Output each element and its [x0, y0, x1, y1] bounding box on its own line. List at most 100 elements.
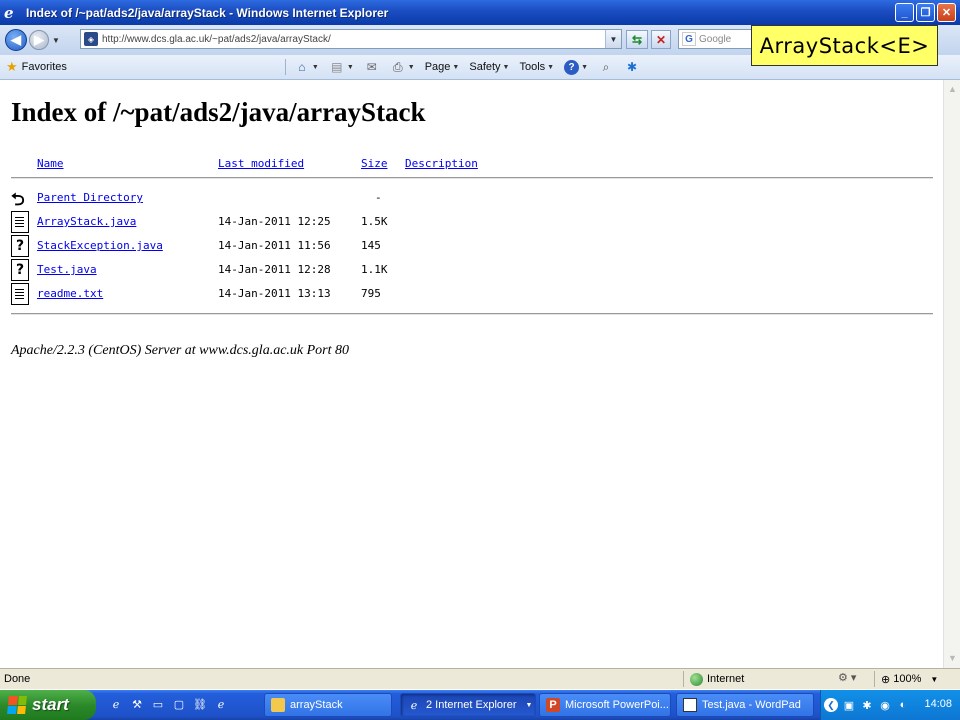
- page-menu[interactable]: Page ▼: [425, 61, 460, 73]
- vertical-scrollbar[interactable]: ▲ ▼: [943, 80, 960, 668]
- quick-launch-tool-icon[interactable]: ⚒: [129, 696, 145, 712]
- refresh-button[interactable]: ⇆: [626, 30, 648, 49]
- zoom-control[interactable]: ⊕ 100% ▼: [874, 671, 938, 687]
- wordpad-icon: [683, 698, 697, 712]
- unknown-file-icon: ?: [11, 235, 29, 257]
- start-label: start: [32, 695, 69, 714]
- tray-security-icon[interactable]: ◉: [878, 698, 892, 712]
- ie-logo-icon: e: [4, 3, 14, 22]
- taskbar-item-powerpoint[interactable]: P Microsoft PowerPoi...: [539, 693, 671, 717]
- scroll-up-icon[interactable]: ▲: [947, 84, 958, 95]
- server-signature: Apache/2.2.3 (CentOS) Server at www.dcs.…: [11, 343, 350, 358]
- quick-launch-ie2-icon[interactable]: ℯ: [213, 696, 229, 712]
- list-item: ? Test.java 14-Jan-2011 12:28 1.1K: [0, 259, 600, 281]
- address-input[interactable]: ◈ http://www.dcs.gla.ac.uk/~pat/ads2/jav…: [80, 29, 622, 49]
- tray-network-icon[interactable]: ▣: [842, 698, 856, 712]
- tools-menu-label: Tools: [519, 61, 546, 73]
- home-icon: ⌂: [298, 60, 306, 74]
- system-tray: ❮ ▣ ✱ ◉ ◐ 14:08: [820, 690, 960, 720]
- zoom-dropdown-icon: ▼: [930, 674, 939, 684]
- protected-mode-icon[interactable]: ⚙ ▾: [838, 671, 856, 684]
- feeds-dropdown-icon: ▼: [346, 63, 354, 71]
- taskbar-item-wordpad[interactable]: Test.java - WordPad: [676, 693, 814, 717]
- security-zone[interactable]: Internet: [683, 671, 744, 687]
- back-button[interactable]: ◀: [5, 29, 27, 51]
- scroll-down-icon[interactable]: ▼: [947, 653, 958, 664]
- start-button[interactable]: start: [0, 690, 96, 720]
- google-icon: G: [682, 32, 696, 46]
- help-dropdown-icon: ▼: [581, 63, 589, 71]
- bluetooth-icon: ✱: [627, 60, 638, 74]
- recent-pages-dropdown-icon[interactable]: ▼: [52, 36, 60, 45]
- stop-button[interactable]: ✕: [651, 30, 671, 49]
- zone-label: Internet: [707, 673, 745, 685]
- taskbar: start ℯ ⚒ ▭ ▢ ⛓ ℯ arrayStack ℯ 2 Interne…: [0, 690, 960, 720]
- group-dropdown-icon: ▼: [525, 701, 533, 709]
- list-item: ArrayStack.java 14-Jan-2011 12:25 1.5K: [0, 211, 600, 233]
- list-item: ? StackException.java 14-Jan-2011 11:56 …: [0, 235, 600, 257]
- page-viewport[interactable]: Index of /~pat/ads2/java/arrayStack Name…: [0, 80, 960, 668]
- internet-globe-icon: [690, 672, 703, 686]
- status-text: Done: [4, 673, 31, 685]
- read-mail-button[interactable]: ✉: [364, 59, 380, 75]
- quick-launch-ie-icon[interactable]: ℯ: [108, 696, 124, 712]
- entry-date: 14-Jan-2011 13:13: [218, 287, 331, 300]
- toolbar-separator: [284, 59, 286, 75]
- back-icon: ⮌: [11, 190, 25, 210]
- zoom-level: 100%: [893, 673, 922, 685]
- site-favicon-icon: ◈: [84, 32, 98, 46]
- bluetooth-button[interactable]: ✱: [624, 59, 640, 75]
- tools-menu[interactable]: Tools ▼: [519, 61, 554, 73]
- taskbar-item-label: Microsoft PowerPoi...: [565, 699, 669, 711]
- footer-divider: [11, 313, 933, 315]
- entry-date: 14-Jan-2011 12:28: [218, 263, 331, 276]
- page-title: Index of /~pat/ads2/java/arrayStack: [11, 97, 426, 127]
- entry-link[interactable]: readme.txt: [37, 287, 103, 300]
- window-title: Index of /~pat/ads2/java/arrayStack - Wi…: [26, 5, 389, 20]
- taskbar-item-internet-explorer[interactable]: ℯ 2 Internet Explorer ▼: [400, 693, 536, 717]
- header-divider: [11, 177, 933, 179]
- entry-link[interactable]: Parent Directory: [37, 191, 143, 204]
- window-title-bar[interactable]: e Index of /~pat/ads2/java/arrayStack - …: [0, 0, 960, 25]
- home-dropdown-icon: ▼: [311, 63, 319, 71]
- safety-menu[interactable]: Safety ▼: [469, 61, 509, 73]
- printer-icon: ⎙: [392, 59, 403, 74]
- favorites-star-icon: ★: [6, 59, 18, 74]
- slide-overlay-label: ArrayStack<E>: [751, 25, 938, 66]
- show-hidden-icons-icon[interactable]: ❮: [824, 698, 838, 712]
- favorites-button[interactable]: ★ Favorites: [6, 59, 67, 75]
- close-button[interactable]: ✕: [937, 3, 956, 22]
- feeds-icon: ▤: [331, 60, 343, 74]
- entry-size: 1.1K: [361, 263, 388, 276]
- help-button[interactable]: ? ▼: [564, 59, 589, 75]
- entry-link[interactable]: ArrayStack.java: [37, 215, 136, 228]
- forward-button[interactable]: ▶: [29, 30, 49, 50]
- quick-launch-cmd-icon[interactable]: ▭: [150, 696, 166, 712]
- entry-link[interactable]: Test.java: [37, 263, 97, 276]
- column-header-description[interactable]: Description: [405, 157, 478, 170]
- print-button[interactable]: ⎙ ▼: [390, 59, 415, 75]
- feeds-button[interactable]: ▤ ▼: [329, 59, 354, 75]
- clock: 14:08: [924, 698, 952, 710]
- text-file-icon: [11, 283, 29, 305]
- address-dropdown-icon[interactable]: ▼: [605, 30, 621, 48]
- mail-icon: ✉: [366, 60, 377, 74]
- research-button[interactable]: ⌕: [598, 59, 614, 75]
- tray-volume-icon[interactable]: ◐: [896, 698, 910, 712]
- quick-launch-network-icon[interactable]: ⛓: [192, 696, 208, 712]
- taskbar-item-label: Test.java - WordPad: [702, 699, 801, 711]
- quick-launch-folder-icon[interactable]: ▢: [171, 696, 187, 712]
- tray-bluetooth-icon[interactable]: ✱: [860, 698, 874, 712]
- minimize-button[interactable]: _: [895, 3, 914, 22]
- print-dropdown-icon: ▼: [407, 63, 415, 71]
- entry-link[interactable]: StackException.java: [37, 239, 163, 252]
- column-header-last-modified[interactable]: Last modified: [218, 157, 304, 170]
- taskbar-item-arraystack[interactable]: arrayStack: [264, 693, 392, 717]
- safety-menu-label: Safety: [469, 61, 501, 73]
- entry-date: 14-Jan-2011 12:25: [218, 215, 331, 228]
- home-button[interactable]: ⌂ ▼: [294, 59, 319, 75]
- column-header-name[interactable]: Name: [37, 157, 64, 170]
- column-header-size[interactable]: Size: [361, 157, 388, 170]
- taskbar-item-label: arrayStack: [290, 699, 343, 711]
- maximize-button[interactable]: ❐: [916, 3, 935, 22]
